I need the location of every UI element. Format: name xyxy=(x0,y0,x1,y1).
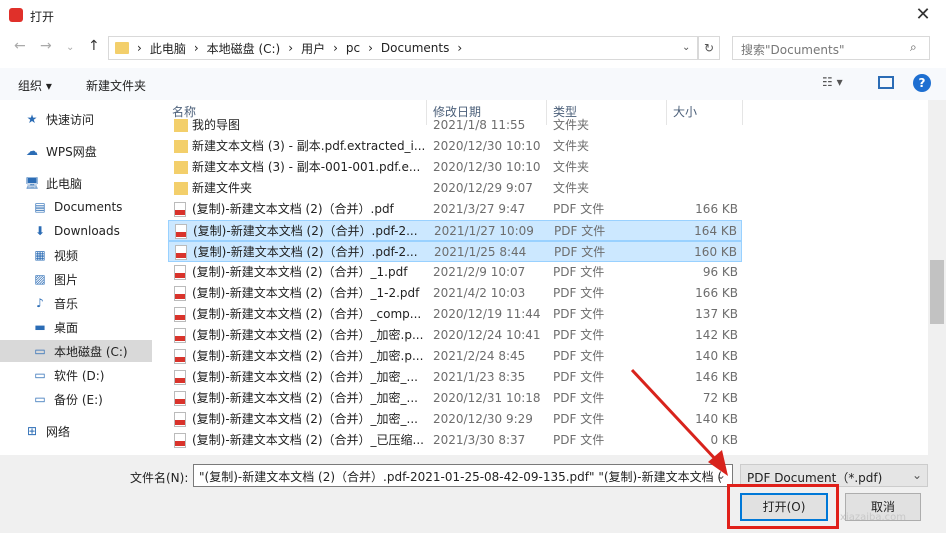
watermark: xiazaiba.com xyxy=(840,512,906,523)
annotation-arrow xyxy=(630,368,728,476)
